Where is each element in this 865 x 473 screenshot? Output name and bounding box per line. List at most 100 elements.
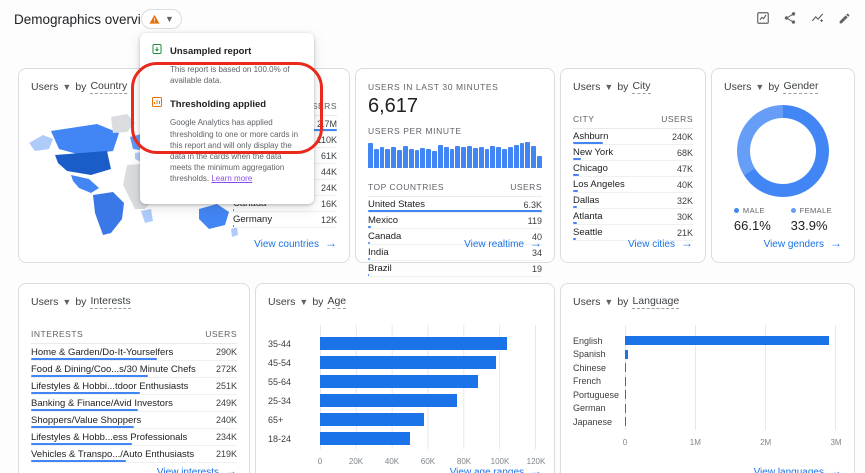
value-bar xyxy=(31,460,126,462)
dimension-selector[interactable]: Interests xyxy=(90,295,130,309)
country-users: 19 xyxy=(532,264,542,274)
metric-selector[interactable]: Users xyxy=(573,296,600,308)
dimension-selector[interactable]: Country xyxy=(90,80,127,94)
city-name: Los Angeles xyxy=(573,179,625,190)
dimension-selector[interactable]: Language xyxy=(632,295,679,309)
by-label: by xyxy=(75,296,86,308)
view-cities-link[interactable]: View cities→ xyxy=(628,236,693,250)
table-row: Banking & Finance/Avid Investors 249K xyxy=(31,395,237,412)
value-bar xyxy=(368,242,370,244)
table-row: Atlanta 30K xyxy=(573,209,693,225)
unsampled-report-item: Unsampled report This report is based on… xyxy=(151,42,303,86)
value-bar xyxy=(233,209,234,211)
chevron-down-icon: ▼ xyxy=(62,298,71,307)
by-label: by xyxy=(617,296,628,308)
value-bar xyxy=(31,375,148,377)
x-axis-ticks: 0 1M 2M 3M xyxy=(625,435,836,447)
table-row: Ashburn 240K xyxy=(573,129,693,145)
metric-selector[interactable]: Users xyxy=(573,81,600,93)
interest-users: 240K xyxy=(216,415,237,425)
age-bar-row: 55-64 xyxy=(268,372,536,391)
value-bar xyxy=(573,158,581,160)
country-name: United States xyxy=(368,199,425,210)
value-bar xyxy=(31,358,157,360)
arrow-icon: → xyxy=(225,464,237,473)
value-bar xyxy=(573,206,577,208)
realtime-title: USERS IN LAST 30 MINUTES xyxy=(368,82,542,92)
learn-more-link[interactable]: Learn more xyxy=(211,174,252,183)
language-bar xyxy=(625,336,829,345)
country-name: Brazil xyxy=(368,263,392,274)
metric-selector[interactable]: Users xyxy=(31,296,58,308)
report-chart-icon[interactable] xyxy=(756,11,770,25)
chevron-down-icon: ▼ xyxy=(604,83,613,92)
value-bar xyxy=(368,258,370,260)
interest-users: 290K xyxy=(216,347,237,357)
value-bar xyxy=(368,210,542,212)
language-bar-row: English xyxy=(573,334,836,348)
table-header: INTERESTS USERS xyxy=(31,323,237,344)
city-name: Ashburn xyxy=(573,131,608,142)
card-users-by-interests: Users ▼ by Interests INTERESTS USERS Hom… xyxy=(18,283,250,473)
view-realtime-link[interactable]: View realtime→ xyxy=(464,236,542,250)
table-row: Mexico 119 xyxy=(368,213,542,229)
language-bar-row: Chinese xyxy=(573,361,836,375)
city-name: Chicago xyxy=(573,163,608,174)
value-bar xyxy=(31,443,132,445)
age-label: 18-24 xyxy=(268,434,320,444)
table-row: Los Angeles 40K xyxy=(573,177,693,193)
female-percentage: 33.9% xyxy=(791,218,832,233)
chevron-down-icon: ▼ xyxy=(299,298,308,307)
view-countries-link[interactable]: View countries→ xyxy=(254,236,337,250)
dimension-selector[interactable]: Gender xyxy=(783,80,818,94)
card-title: Users ▼ by Age xyxy=(268,295,542,309)
card-title: Users ▼ by City xyxy=(573,80,693,94)
country-name: Mexico xyxy=(368,215,398,226)
age-label: 65+ xyxy=(268,415,320,425)
age-bar-chart: 35-44 45-54 55-64 25-34 xyxy=(268,325,542,466)
unsampled-report-icon xyxy=(151,42,163,60)
metric-selector[interactable]: Users xyxy=(268,296,295,308)
metric-selector[interactable]: Users xyxy=(31,81,58,93)
value-bar xyxy=(573,174,579,176)
table-row: Lifestyles & Hobb...ess Professionals 23… xyxy=(31,429,237,446)
language-bar-row: Japanese xyxy=(573,415,836,429)
share-icon[interactable] xyxy=(783,11,797,25)
interest-name: Lifestyles & Hobb...ess Professionals xyxy=(31,432,187,443)
insights-icon[interactable] xyxy=(810,11,825,25)
popover-item-title: Unsampled report xyxy=(170,46,251,57)
view-genders-link[interactable]: View genders→ xyxy=(764,236,842,250)
gender-legend: MALE 66.1% FEMALE 33.9% xyxy=(724,206,842,233)
age-bar xyxy=(320,356,496,369)
table-row: Vehicles & Transpo.../Auto Enthusiasts 2… xyxy=(31,446,237,463)
language-bar-row: Portuguese xyxy=(573,388,836,402)
data-quality-dropdown[interactable]: ▼ xyxy=(141,9,182,29)
view-interests-link[interactable]: View interests→ xyxy=(157,464,237,473)
value-bar xyxy=(368,226,371,228)
language-label: English xyxy=(573,336,625,346)
metric-selector[interactable]: Users xyxy=(724,81,751,93)
warning-triangle-icon xyxy=(149,14,160,25)
view-languages-link[interactable]: View languages→ xyxy=(754,464,842,473)
value-bar xyxy=(31,392,140,394)
city-users: 30K xyxy=(677,212,693,222)
country-name: Canada xyxy=(368,231,401,242)
age-bar xyxy=(320,432,410,445)
city-users: 47K xyxy=(677,164,693,174)
dimension-selector[interactable]: City xyxy=(632,80,650,94)
dimension-selector[interactable]: Age xyxy=(327,295,346,309)
country-name: Germany xyxy=(233,214,272,225)
chevron-down-icon: ▼ xyxy=(165,15,174,24)
city-name: Dallas xyxy=(573,195,599,206)
age-label: 45-54 xyxy=(268,358,320,368)
by-label: by xyxy=(617,81,628,93)
table-header: TOP COUNTRIES USERS xyxy=(368,176,542,197)
view-age-ranges-link[interactable]: View age ranges→ xyxy=(450,464,542,473)
age-label: 35-44 xyxy=(268,339,320,349)
axis-tick-label: 2M xyxy=(760,438,771,447)
edit-icon[interactable] xyxy=(838,12,851,25)
male-percentage: 66.1% xyxy=(734,218,771,233)
language-label: Japanese xyxy=(573,417,625,427)
language-label: Portuguese xyxy=(573,390,625,400)
table-row: Dallas 32K xyxy=(573,193,693,209)
